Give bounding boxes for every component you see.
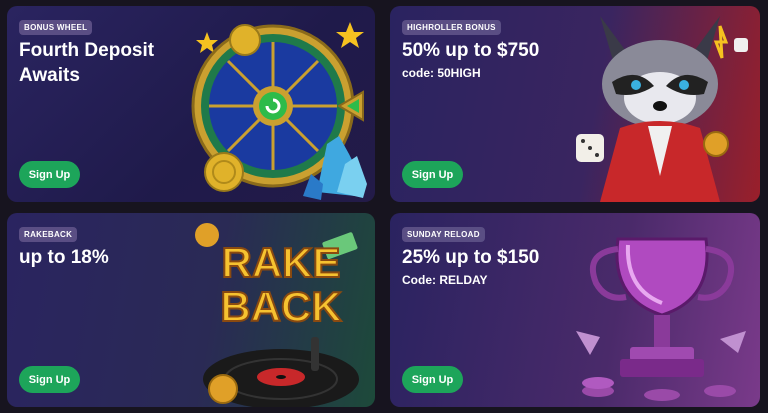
promo-code: Code: RELDAY	[402, 273, 488, 287]
promo-badge: BONUS WHEEL	[19, 20, 93, 35]
sign-up-button[interactable]: Sign Up	[402, 161, 463, 188]
promo-code: code: 50HIGH	[402, 66, 481, 80]
promo-card-bonus-wheel: BONUS WHEEL Fourth Deposit Awaits Sign U…	[7, 6, 375, 202]
raccoon-mascot-icon	[576, 16, 748, 202]
promo-title: 50% up to $750	[402, 40, 540, 61]
promo-badge: SUNDAY RELOAD	[402, 227, 485, 242]
sign-up-button[interactable]: Sign Up	[19, 161, 80, 188]
promo-title: up to 18%	[19, 247, 109, 268]
sign-up-button[interactable]: Sign Up	[402, 366, 463, 393]
back-art-text: BACK	[220, 283, 341, 330]
promo-badge: HIGHROLLER BONUS	[402, 20, 501, 35]
bonus-wheel-icon	[191, 22, 367, 200]
promo-card-highroller: HIGHROLLER BONUS 50% up to $750 code: 50…	[390, 6, 760, 202]
sign-up-button[interactable]: Sign Up	[19, 366, 80, 393]
promo-card-rakeback: RAKEBACK up to 18% RAKE BACK Sign Up	[7, 213, 375, 407]
promo-title-line: Fourth Deposit	[19, 40, 155, 61]
promo-title: Fourth Deposit Awaits	[19, 38, 154, 88]
rake-art-text: RAKE	[221, 239, 340, 286]
promo-title-line: Awaits	[19, 65, 80, 86]
trophy-icon	[576, 237, 746, 401]
promo-title: 25% up to $150	[402, 247, 540, 268]
promo-card-sunday-reload: SUNDAY RELOAD 25% up to $150 Code: RELDA…	[390, 213, 760, 407]
rakeback-record-icon: RAKE BACK	[195, 223, 359, 407]
promo-badge: RAKEBACK	[19, 227, 78, 242]
